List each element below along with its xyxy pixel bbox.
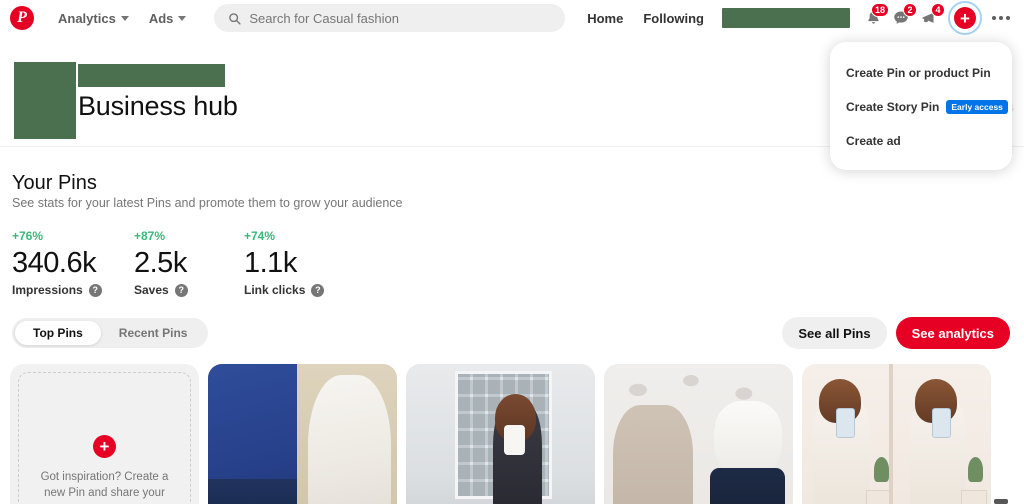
focus-ring [948, 1, 982, 35]
create-button[interactable]: + [948, 1, 982, 35]
pin-card-2[interactable] [406, 364, 595, 504]
help-icon[interactable]: ? [311, 283, 325, 297]
stat-saves-label: Saves [134, 283, 169, 298]
pinterest-business-hub-page: P Analytics Ads Search for Casual fashio… [0, 0, 1024, 504]
ellipsis-dot [1006, 16, 1010, 20]
more-options-button[interactable] [986, 8, 1016, 28]
announcement-megaphone-icon[interactable]: 4 [916, 3, 945, 31]
announcement-badge: 4 [931, 3, 945, 17]
menu-item-create-pin-label: Create Pin or product Pin [846, 66, 991, 80]
stat-impressions-delta: +76% [12, 229, 44, 243]
pins-actions: See all Pins See analytics [782, 317, 1010, 349]
menu-item-create-ad-label: Create ad [846, 134, 901, 149]
nav-ads-label: Ads [148, 10, 174, 26]
help-icon[interactable]: ? [174, 283, 188, 297]
messages-icon[interactable]: 2 [888, 3, 917, 31]
image-detail [968, 456, 984, 483]
pin-card-1[interactable] [208, 364, 397, 504]
chevron-down-icon [178, 15, 187, 21]
image-detail [836, 408, 855, 438]
search-placeholder: Search for Casual fashion [249, 10, 399, 26]
stat-link-clicks: +74% 1.1k Link clicks ? [244, 228, 364, 297]
pin-image-beige-tank-white-lace-bralette [604, 364, 793, 504]
image-detail [866, 489, 893, 504]
pinterest-logo-icon[interactable]: P [10, 6, 34, 30]
nav-analytics[interactable]: Analytics [48, 5, 139, 32]
stat-link-clicks-label: Link clicks [244, 283, 306, 298]
menu-item-create-pin[interactable]: Create Pin or product Pin [830, 56, 1012, 90]
pin-cards-row: + Got inspiration? Create a new Pin and … [10, 364, 1020, 504]
nav-analytics-label: Analytics [58, 10, 116, 26]
profile-avatar-redacted [14, 62, 76, 139]
stat-link-clicks-value: 1.1k [244, 246, 297, 279]
pin-image-mirror-selfie-cream-cardigan [802, 364, 991, 504]
page-title: Business hub [78, 91, 238, 121]
pin-card-3[interactable] [604, 364, 793, 504]
image-detail [504, 425, 526, 455]
menu-item-create-ad[interactable]: Create ad [830, 124, 1012, 158]
early-access-badge: Early access [946, 100, 1008, 115]
image-detail [208, 478, 297, 504]
stat-saves: +87% 2.5k Saves ? [134, 228, 244, 297]
pin-image-woman-black-blazer-white-door [406, 364, 595, 504]
tab-top-pins[interactable]: Top Pins [15, 321, 101, 345]
nav-following[interactable]: Following [633, 5, 714, 32]
nav-home[interactable]: Home [577, 5, 633, 32]
create-pin-text: Got inspiration? Create a new Pin and sh… [40, 471, 169, 499]
see-all-pins-button[interactable]: See all Pins [782, 317, 887, 349]
create-pin-dropzone: + Got inspiration? Create a new Pin and … [18, 372, 191, 504]
help-icon[interactable]: ? [88, 283, 102, 297]
image-detail [613, 404, 693, 504]
see-analytics-button[interactable]: See analytics [895, 317, 1010, 349]
plus-icon: + [93, 435, 116, 458]
menu-item-create-story-pin[interactable]: Create Story Pin Early access [830, 90, 1012, 124]
pin-image-blue-lace-bralette-white-slip [208, 364, 397, 504]
nav-ads[interactable]: Ads [139, 5, 197, 32]
top-navigation-bar: P Analytics Ads Search for Casual fashio… [0, 0, 1024, 36]
pin-card-4[interactable] [802, 364, 991, 504]
your-pins-subtitle: See stats for your latest Pins and promo… [12, 196, 403, 210]
stat-link-clicks-delta: +74% [244, 229, 276, 243]
stat-saves-delta: +87% [134, 229, 166, 243]
ellipsis-dot [999, 16, 1003, 20]
notifications-badge: 18 [870, 3, 889, 17]
stat-impressions-label: Impressions [12, 283, 83, 298]
stat-impressions-value: 340.6k [12, 246, 97, 279]
business-name-redacted [78, 64, 225, 87]
pins-tab-group: Top Pins Recent Pins [12, 318, 209, 348]
stats-row: +76% 340.6k Impressions ? +87% 2.5k Save… [12, 228, 364, 297]
stat-saves-value: 2.5k [134, 246, 187, 279]
search-input[interactable]: Search for Casual fashion [214, 4, 566, 32]
image-detail [873, 456, 889, 483]
create-pin-card[interactable]: + Got inspiration? Create a new Pin and … [10, 364, 199, 504]
image-detail [709, 467, 786, 504]
account-name-redacted [722, 8, 850, 28]
tab-recent-pins[interactable]: Recent Pins [101, 321, 206, 345]
chevron-down-icon [120, 15, 129, 21]
notifications-bell-icon[interactable]: 18 [860, 3, 889, 31]
search-icon [229, 12, 241, 25]
your-pins-title: Your Pins [12, 172, 97, 194]
messages-badge: 2 [903, 3, 917, 17]
image-detail [960, 489, 988, 504]
image-detail [932, 408, 952, 438]
menu-item-create-story-pin-label: Create Story Pin [846, 100, 940, 115]
create-dropdown-menu: Create Pin or product Pin Create Story P… [830, 42, 1012, 171]
stat-impressions: +76% 340.6k Impressions ? [12, 228, 134, 297]
partial-bottom-element [994, 499, 1008, 504]
ellipsis-dot [992, 16, 996, 20]
